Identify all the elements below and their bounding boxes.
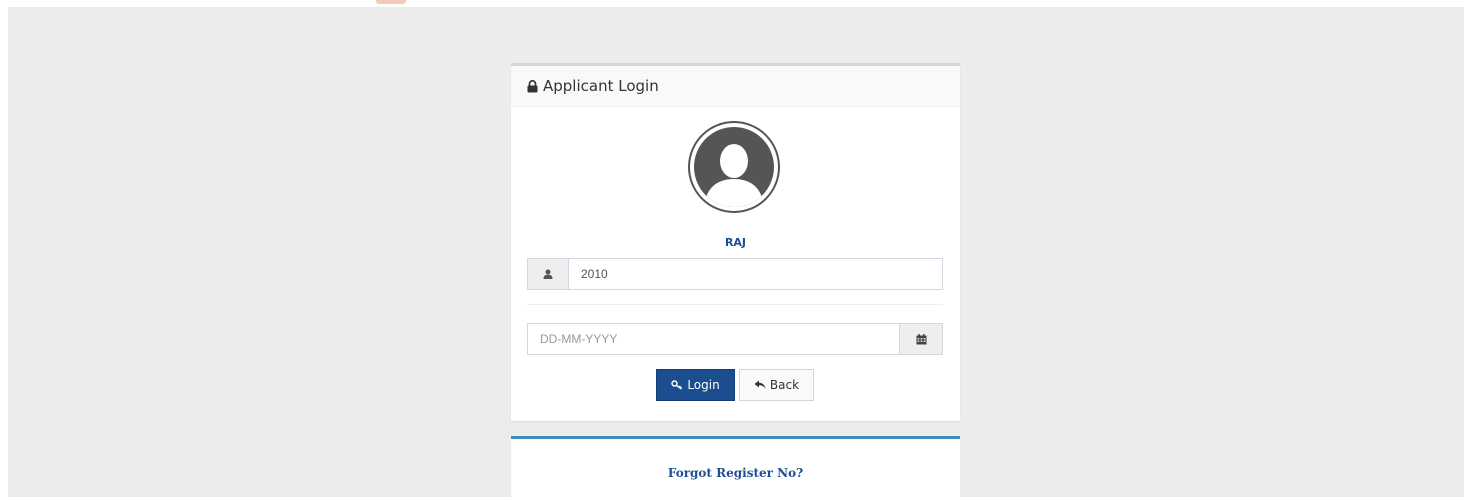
- user-avatar-icon: [688, 121, 780, 213]
- register-number-group: [527, 258, 943, 290]
- panel-title: Applicant Login: [543, 77, 659, 95]
- dob-group: [527, 323, 943, 355]
- login-panel: Applicant Login RAJ 2010 DD-MM-YYYY Logi…: [511, 63, 960, 421]
- login-button[interactable]: Login: [656, 369, 735, 401]
- form-divider: [527, 304, 943, 305]
- calendar-icon[interactable]: [899, 324, 942, 354]
- forgot-register-link[interactable]: Forgot Register No?: [511, 466, 960, 480]
- reply-icon: [754, 380, 766, 389]
- key-icon: [671, 380, 683, 390]
- dob-input[interactable]: [528, 324, 899, 354]
- top-logo-fragment: [376, 0, 406, 4]
- back-button[interactable]: Back: [739, 369, 814, 401]
- user-name: RAJ: [724, 236, 747, 249]
- panel-header: Applicant Login: [511, 66, 960, 107]
- register-number-input[interactable]: [569, 259, 942, 289]
- user-icon: [528, 259, 569, 289]
- back-button-label: Back: [769, 378, 800, 392]
- lock-icon: [527, 79, 538, 92]
- forgot-panel: Forgot Register No?: [511, 436, 960, 500]
- login-button-label: Login: [687, 378, 720, 392]
